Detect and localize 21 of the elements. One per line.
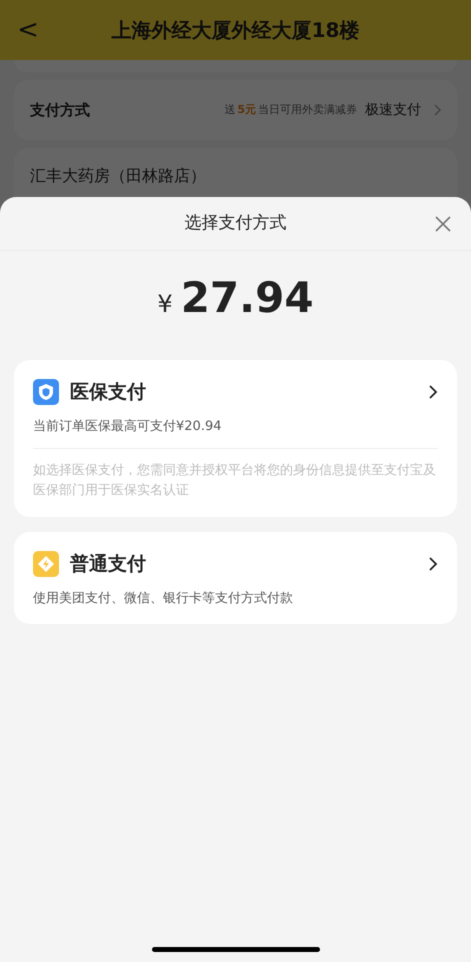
currency-symbol: ¥ bbox=[157, 289, 173, 320]
store-name: 汇丰大药房（田林路店） bbox=[30, 165, 206, 187]
promo-text: 送 5元 当日可用外卖满减券 bbox=[224, 102, 357, 118]
row-label: 支付方式 bbox=[30, 100, 90, 121]
payment-option-card[interactable]: 普通支付 使用美团支付、微信、银行卡等支付方式付款 bbox=[14, 532, 457, 624]
row-value: 极速支付 bbox=[365, 100, 421, 120]
chevron-right-icon bbox=[428, 556, 438, 572]
option-subtitle: 当前订单医保最高可支付¥20.94 bbox=[33, 418, 222, 436]
chevron-right-icon bbox=[433, 104, 441, 116]
amount: 27.94 bbox=[180, 277, 314, 319]
sheet-title: 选择支付方式 bbox=[184, 212, 286, 235]
option-title: 普通支付 bbox=[70, 552, 146, 577]
option-subtitle: 使用美团支付、微信、银行卡等支付方式付款 bbox=[33, 590, 294, 608]
payment-option-card[interactable]: 医保支付 当前订单医保最高可支付¥20.94 如选择医保支付，您需同意并授权平台将您的身份信息提供至支付宝及医保部门用于医保实名认证 bbox=[14, 360, 457, 517]
shield-icon bbox=[33, 379, 59, 406]
close-icon[interactable] bbox=[435, 216, 451, 232]
chevron-right-icon bbox=[428, 384, 438, 400]
consent-note: 如选择医保支付，您需同意并授权平台将您的身份信息提供至支付宝及医保部门用于医保实名认证 bbox=[33, 462, 437, 500]
address-title: 上海外经大厦外经大厦18楼 bbox=[110, 17, 360, 44]
lightning-icon bbox=[33, 551, 59, 578]
option-title: 医保支付 bbox=[70, 380, 146, 405]
